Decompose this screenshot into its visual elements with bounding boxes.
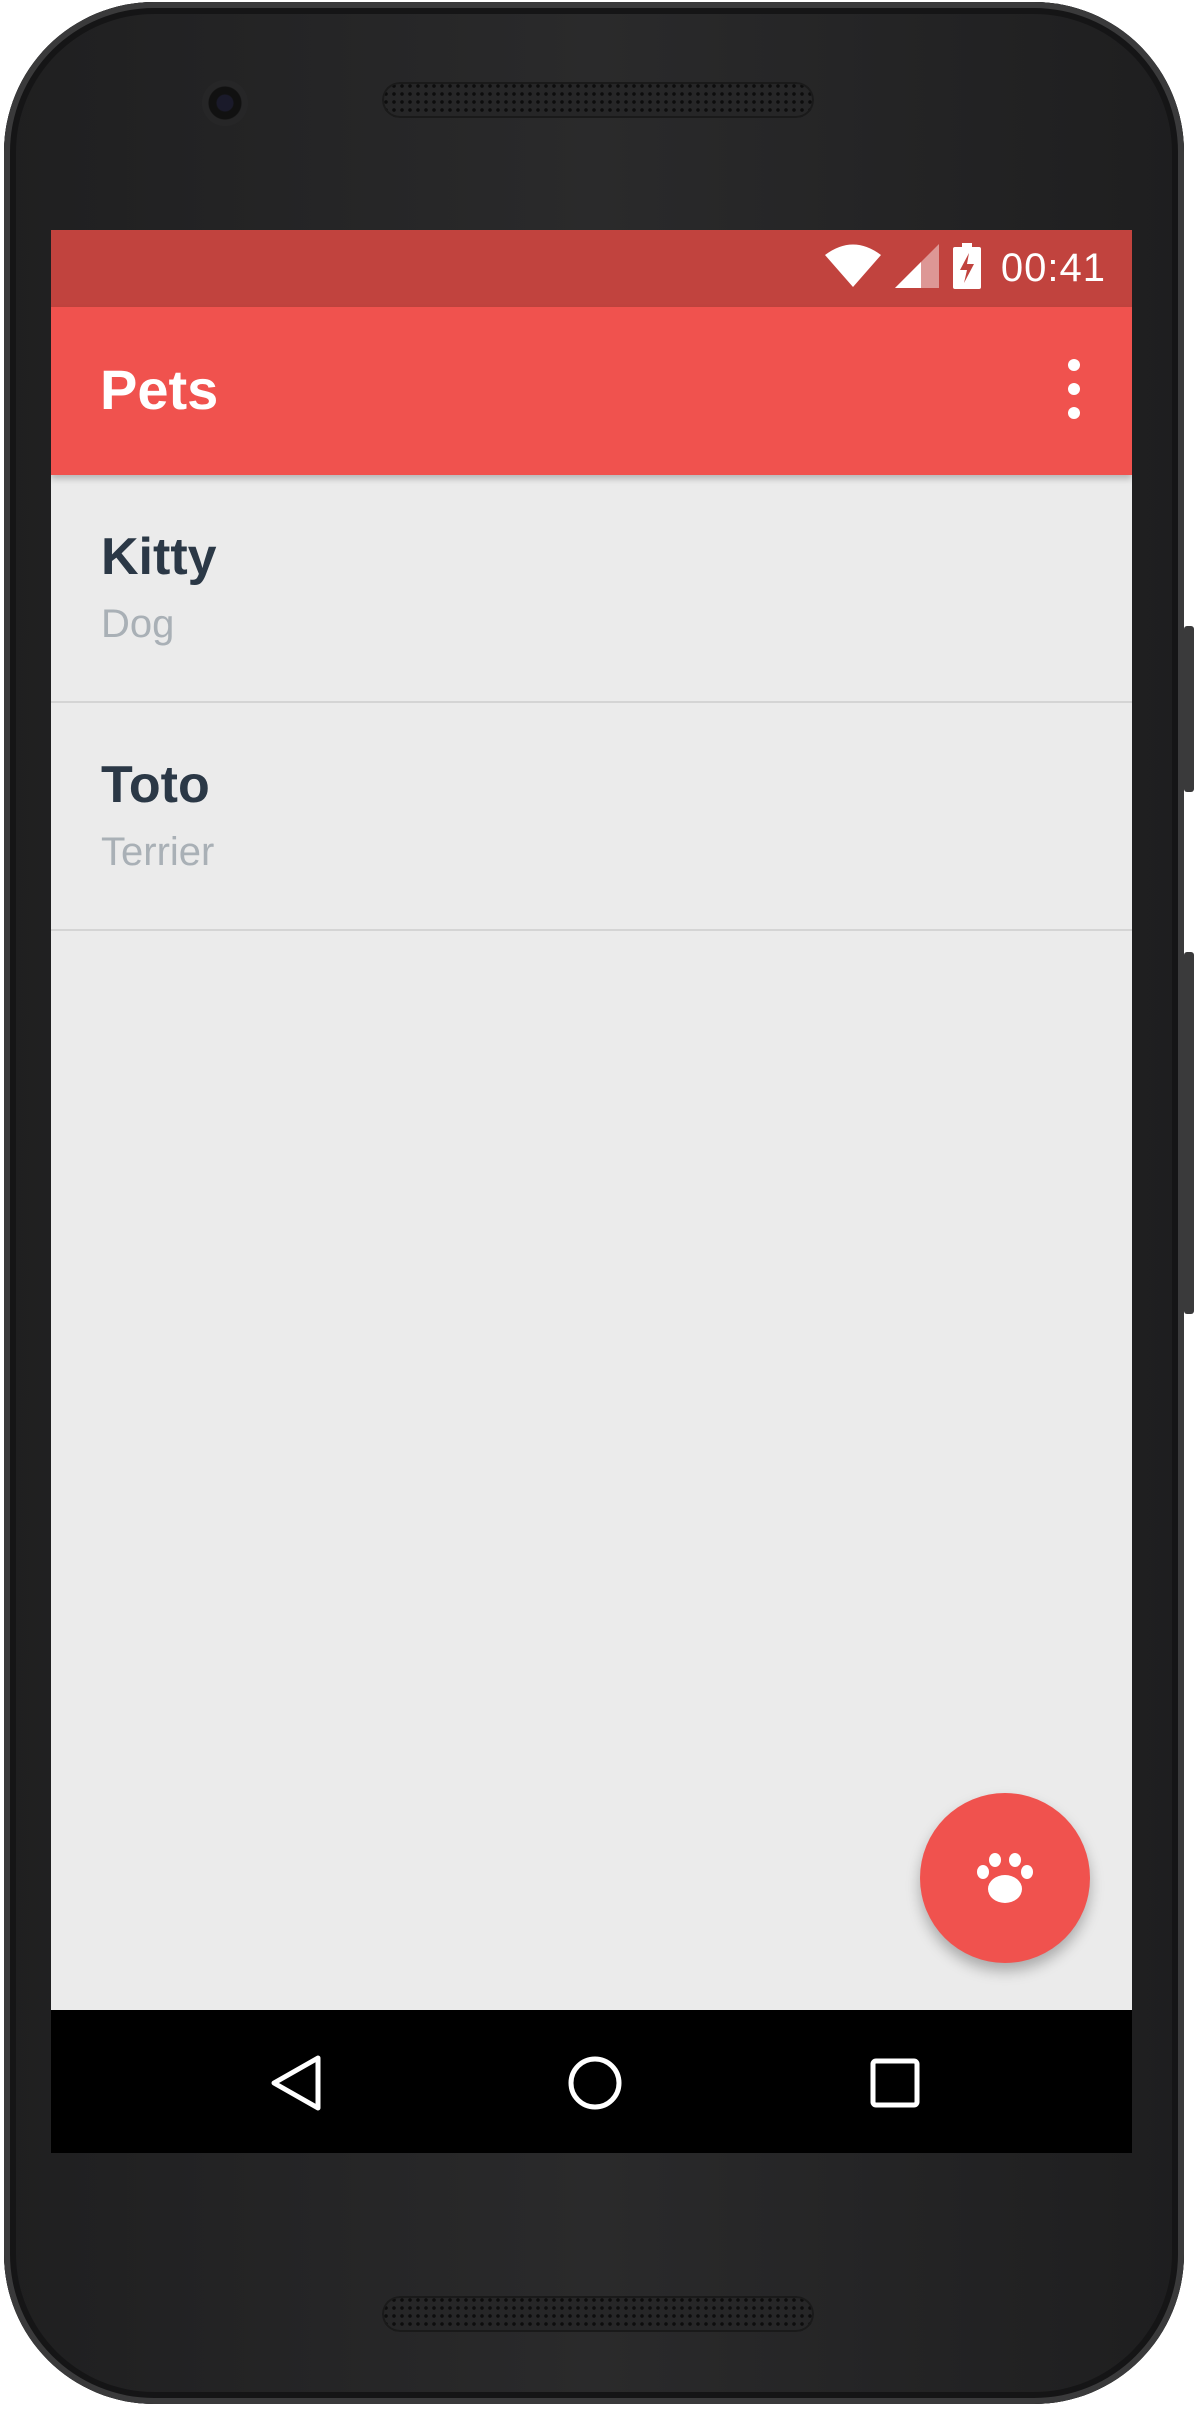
paw-icon [977, 1853, 1033, 1903]
app-bar: Pets [51, 307, 1132, 475]
power-button [1184, 626, 1194, 792]
status-clock: 00:41 [1000, 246, 1106, 290]
add-pet-fab[interactable] [920, 1793, 1090, 1963]
home-icon[interactable] [550, 2038, 640, 2128]
more-vert-icon[interactable] [1064, 359, 1084, 419]
list-item[interactable]: Kitty Dog [51, 475, 1132, 703]
cellular-signal-icon [894, 244, 939, 293]
pet-breed: Dog [101, 602, 175, 646]
pet-list: Kitty Dog Toto Terrier [51, 475, 1132, 931]
front-camera [202, 80, 248, 126]
app-screen: 00:41 Pets Kitty Dog Toto Terrier [51, 230, 1132, 2153]
top-speaker-grille [382, 82, 814, 118]
list-item[interactable]: Toto Terrier [51, 703, 1132, 931]
back-icon[interactable] [250, 2038, 340, 2128]
pet-name: Toto [101, 756, 210, 814]
pet-breed: Terrier [101, 830, 215, 874]
pet-name: Kitty [101, 528, 217, 586]
app-title: Pets [100, 358, 219, 421]
battery-charging-icon [952, 243, 981, 294]
status-icons: 00:41 [824, 230, 1106, 307]
bottom-speaker-grille [382, 2296, 814, 2332]
recents-icon[interactable] [850, 2038, 940, 2128]
status-bar: 00:41 [51, 230, 1132, 307]
navigation-bar [51, 2010, 1132, 2153]
volume-rocker [1184, 952, 1194, 1314]
wifi-icon [824, 244, 881, 293]
